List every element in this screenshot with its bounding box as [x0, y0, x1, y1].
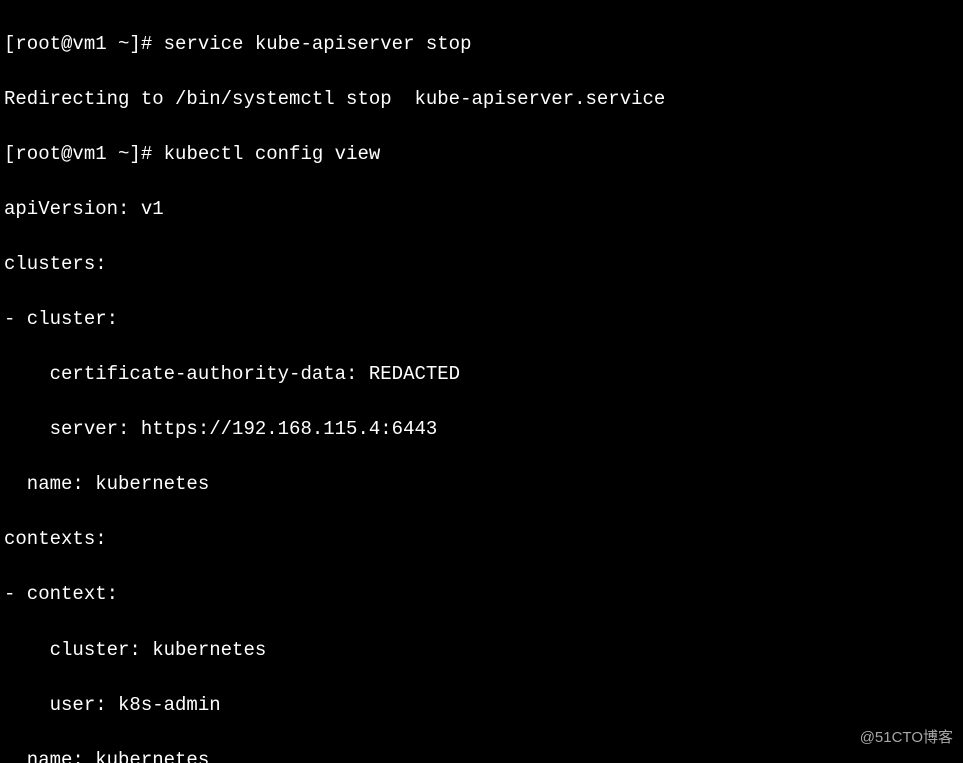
output-line: certificate-authority-data: REDACTED [4, 361, 959, 389]
output-line: clusters: [4, 251, 959, 279]
prompt: [root@vm1 ~]# [4, 33, 164, 55]
output-line: apiVersion: v1 [4, 196, 959, 224]
prompt-line: [root@vm1 ~]# kubectl config view [4, 141, 959, 169]
output-line: contexts: [4, 526, 959, 554]
output-line: name: kubernetes [4, 747, 959, 763]
command: kubectl config view [164, 143, 381, 165]
output-line: user: k8s-admin [4, 692, 959, 720]
output-line: - context: [4, 581, 959, 609]
terminal-output[interactable]: [root@vm1 ~]# service kube-apiserver sto… [0, 0, 963, 763]
output-line: server: https://192.168.115.4:6443 [4, 416, 959, 444]
output-line: name: kubernetes [4, 471, 959, 499]
command: service kube-apiserver stop [164, 33, 472, 55]
watermark: @51CTO博客 [860, 727, 953, 749]
output-line: cluster: kubernetes [4, 637, 959, 665]
prompt: [root@vm1 ~]# [4, 143, 164, 165]
output-line: - cluster: [4, 306, 959, 334]
output-line: Redirecting to /bin/systemctl stop kube-… [4, 86, 959, 114]
prompt-line: [root@vm1 ~]# service kube-apiserver sto… [4, 31, 959, 59]
